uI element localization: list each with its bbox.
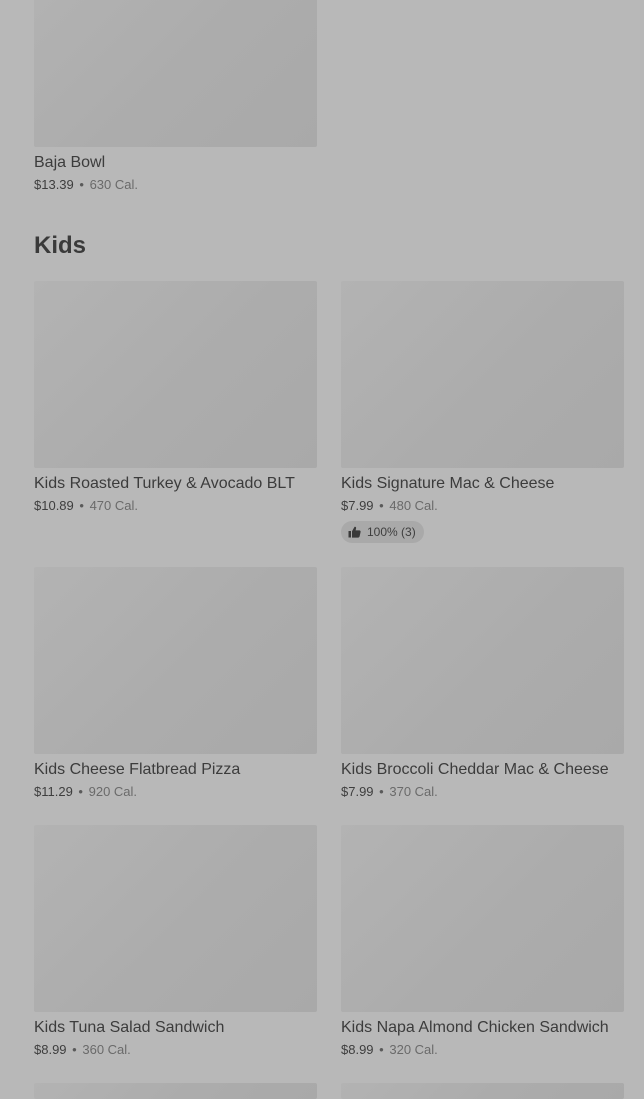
separator-dot: • [79, 498, 84, 513]
menu-item-meta: $7.99 • 480 Cal. [341, 497, 624, 515]
menu-item-image[interactable] [341, 281, 624, 468]
menu-item-meta: $13.39 • 630 Cal. [34, 176, 317, 194]
menu-item-name: Kids Cheese Flatbread Pizza [34, 761, 241, 778]
menu-item-price: $7.99 [341, 784, 374, 799]
menu-item-calories: 470 Cal. [89, 498, 138, 513]
menu-item-price: $7.99 [341, 498, 374, 513]
menu-item-name: Kids Napa Almond Chicken Sandwich [341, 1019, 609, 1036]
separator-dot: • [379, 784, 384, 799]
rating-badge: 100% (3) [341, 521, 424, 543]
menu-item-card[interactable] [34, 1083, 317, 1099]
menu-item-calories: 320 Cal. [389, 1042, 438, 1057]
menu-item-name: Kids Tuna Salad Sandwich [34, 1019, 225, 1036]
menu-item-image[interactable] [341, 825, 624, 1012]
menu-item-image[interactable] [341, 567, 624, 754]
menu-item-image[interactable] [34, 281, 317, 468]
menu-item-calories: 360 Cal. [82, 1042, 131, 1057]
menu-item-price: $8.99 [341, 1042, 374, 1057]
menu-page: Baja Bowl $13.39 • 630 Cal. Kids Kids Ro… [0, 0, 644, 1099]
menu-item-price: $11.29 [34, 784, 73, 799]
thumbs-up-icon [348, 526, 361, 538]
menu-item-name: Baja Bowl [34, 154, 106, 171]
menu-item-name: Kids Roasted Turkey & Avocado BLT [34, 475, 295, 492]
menu-item-price: $10.89 [34, 498, 74, 513]
menu-item-meta: $8.99 • 360 Cal. [34, 1041, 317, 1059]
separator-dot: • [72, 1042, 77, 1057]
menu-item-calories: 920 Cal. [88, 784, 138, 799]
menu-item-card[interactable]: Baja Bowl $13.39 • 630 Cal. [34, 0, 317, 194]
menu-item-image[interactable] [34, 0, 317, 147]
menu-item-meta: $7.99 • 370 Cal. [341, 783, 624, 801]
menu-item-calories: 370 Cal. [389, 784, 438, 799]
menu-item-image[interactable] [34, 825, 317, 1012]
menu-item-meta: $11.29 • 920 Cal. [34, 783, 317, 801]
menu-item-card[interactable]: Kids Tuna Salad Sandwich $8.99 • 360 Cal… [34, 825, 317, 1059]
separator-dot: • [78, 784, 83, 799]
menu-item-card[interactable]: Kids Broccoli Cheddar Mac & Cheese $7.99… [341, 567, 624, 801]
menu-item-card[interactable]: Kids Cheese Flatbread Pizza $11.29 • 920… [34, 567, 317, 801]
separator-dot: • [379, 1042, 384, 1057]
separator-dot: • [79, 177, 84, 192]
menu-item-meta: $10.89 • 470 Cal. [34, 497, 317, 515]
rating-text: 100% (3) [367, 525, 416, 539]
menu-item-meta: $8.99 • 320 Cal. [341, 1041, 624, 1059]
menu-item-name: Kids Broccoli Cheddar Mac & Cheese [341, 761, 609, 778]
menu-item-price: $13.39 [34, 177, 74, 192]
menu-item-name: Kids Signature Mac & Cheese [341, 475, 555, 492]
menu-item-card[interactable]: Kids Signature Mac & Cheese $7.99 • 480 … [341, 281, 624, 543]
section-title: Kids [34, 232, 87, 259]
menu-item-card[interactable]: Kids Roasted Turkey & Avocado BLT $10.89… [34, 281, 317, 515]
menu-item-calories: 630 Cal. [89, 177, 138, 192]
menu-item-card[interactable]: Kids Napa Almond Chicken Sandwich $8.99 … [341, 825, 624, 1059]
menu-item-image[interactable] [341, 1083, 624, 1099]
menu-item-calories: 480 Cal. [389, 498, 438, 513]
menu-item-price: $8.99 [34, 1042, 67, 1057]
menu-item-image[interactable] [34, 567, 317, 754]
menu-item-card[interactable] [341, 1083, 624, 1099]
menu-item-image[interactable] [34, 1083, 317, 1099]
separator-dot: • [379, 498, 384, 513]
